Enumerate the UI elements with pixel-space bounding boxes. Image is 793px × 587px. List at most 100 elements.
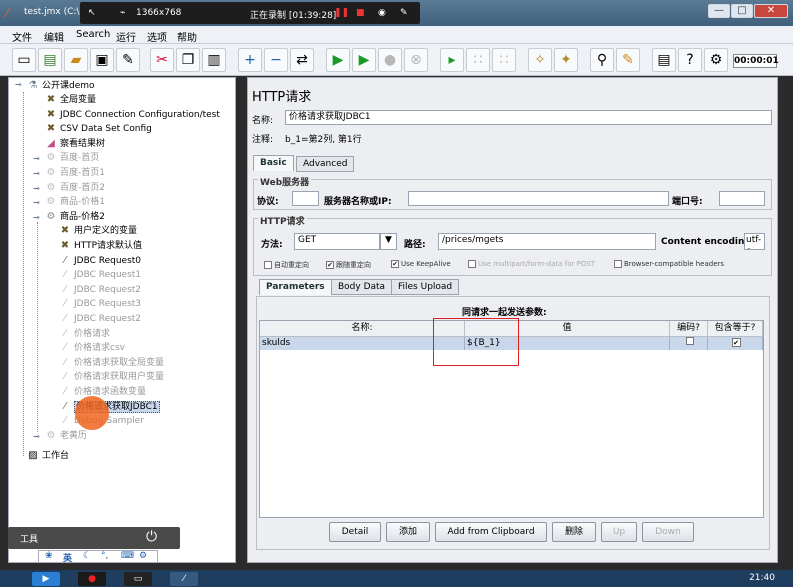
start-icon[interactable]: ▶ [326, 48, 350, 72]
chevron-down-icon[interactable]: ▼ [380, 233, 397, 250]
tab-parameters[interactable]: Parameters [259, 279, 332, 295]
browser-headers-checkbox[interactable]: Browser-compatible headers [614, 260, 724, 268]
function-helper-icon[interactable]: ▤ [652, 48, 676, 72]
remote-start-icon[interactable]: ▸ [440, 48, 464, 72]
tree-node[interactable]: ⁄ 价格请求 [59, 327, 110, 341]
pause-icon[interactable]: ❚❚ [334, 8, 349, 18]
tree-node-root[interactable]: ⚗ 公开课demo [27, 79, 95, 93]
expand-toggle-icon[interactable]: ⊸ [33, 154, 40, 163]
tab-basic[interactable]: Basic [253, 155, 294, 171]
menu-search[interactable]: Search [76, 29, 110, 40]
reset-search-icon[interactable]: ✎ [616, 48, 640, 72]
new-icon[interactable]: ▭ [12, 48, 36, 72]
comment-value[interactable]: b_1=第2列, 第1行 [285, 132, 362, 145]
method-select[interactable]: GET [294, 233, 380, 250]
toggle-icon[interactable]: ⇄ [290, 48, 314, 72]
collapse-icon[interactable]: − [264, 48, 288, 72]
tree-node[interactable]: ⁄ 价格请求函数变量 [59, 385, 146, 399]
col-include-equals[interactable]: 包含等于? [708, 321, 763, 337]
collapse-toggle-icon[interactable]: ⊸ [15, 80, 22, 89]
tab-files-upload[interactable]: Files Upload [391, 279, 460, 295]
tree-node[interactable]: ✖ 用户定义的变量 [59, 224, 137, 238]
remote-icon[interactable]: ⚙ [704, 48, 728, 72]
menu-run[interactable]: 运行 [116, 29, 136, 44]
tree-node[interactable]: ✖ 全局变量 [45, 93, 96, 107]
server-input[interactable] [408, 191, 669, 206]
remote-stop-icon[interactable]: ∷ [466, 48, 490, 72]
paste-icon[interactable]: ▥ [202, 48, 226, 72]
tree-node[interactable]: ⁄ JDBC Request2 [59, 312, 141, 326]
tree-node[interactable]: ◢ 察看结果树 [45, 137, 105, 151]
tree-node[interactable]: ✖ JDBC Connection Configuration/test [45, 108, 220, 122]
col-encode[interactable]: 编码? [670, 321, 708, 337]
save-as-icon[interactable]: ✎ [116, 48, 140, 72]
tree-node[interactable]: ⁄ 价格请求csv [59, 341, 125, 355]
terminal-icon[interactable]: ▭ [124, 572, 152, 586]
template-icon[interactable]: ▤ [38, 48, 62, 72]
minimize-button[interactable]: — [708, 4, 730, 18]
up-button[interactable]: Up [601, 522, 637, 542]
encoding-input[interactable]: utf-8 [744, 233, 765, 250]
follow-redirect-checkbox[interactable]: ✔ 跟随重定向 [326, 260, 371, 270]
jmeter-task-icon[interactable]: ⁄ [170, 572, 198, 586]
tree-node[interactable]: ⁄ JDBC Request3 [59, 297, 141, 311]
port-input[interactable] [719, 191, 765, 206]
tree-node[interactable]: ⚙ 商品-价格2 [45, 210, 105, 224]
clear-icon[interactable]: ✧ [528, 48, 552, 72]
expand-icon[interactable]: + [238, 48, 262, 72]
tree-node[interactable]: ⁄ 价格请求获取全局变量 [59, 356, 164, 370]
tree-node[interactable]: ⁄ JDBC Request1 [59, 268, 141, 282]
tree-node[interactable]: ⁄ 价格请求获取用户变量 [59, 370, 164, 384]
punct-icon[interactable]: °, [101, 551, 108, 561]
tree-node[interactable]: ⁄ JDBC Request2 [59, 283, 141, 297]
tree-node[interactable]: ⁄ JDBC Request0 [59, 254, 141, 268]
tree-node[interactable]: ⚙ 百度-首页2 [45, 181, 105, 195]
protocol-input[interactable] [292, 191, 319, 206]
tree-node[interactable]: ✖ HTTP请求默认值 [59, 239, 142, 253]
tree-node-workbench[interactable]: ▨ 工作台 [27, 449, 69, 463]
shutdown-icon[interactable]: ⊗ [404, 48, 428, 72]
maximize-button[interactable]: □ [731, 4, 753, 18]
settings-icon[interactable]: ⚙ [139, 551, 147, 561]
auto-redirect-checkbox[interactable]: 自动重定向 [264, 260, 309, 270]
param-include-equals-cell[interactable]: ✔ [708, 337, 763, 350]
param-encode-cell[interactable] [670, 337, 708, 350]
menu-file[interactable]: 文件 [12, 29, 32, 44]
expand-toggle-icon[interactable]: ⊸ [33, 432, 40, 441]
record-icon[interactable]: ● [78, 572, 106, 586]
tab-body-data[interactable]: Body Data [331, 279, 393, 295]
path-input[interactable]: /prices/mgets [438, 233, 656, 250]
add-from-clipboard-button[interactable]: Add from Clipboard [435, 522, 547, 542]
down-button[interactable]: Down [642, 522, 694, 542]
remote-shutdown-icon[interactable]: ∷ [492, 48, 516, 72]
tree-node[interactable]: ⚙ 老黄历 [45, 429, 88, 443]
tree-node[interactable]: ⚙ 商品-价格1 [45, 195, 105, 209]
menu-help[interactable]: 帮助 [177, 29, 197, 44]
copy-icon[interactable]: ❐ [176, 48, 200, 72]
expand-toggle-icon[interactable]: ⊸ [33, 213, 40, 222]
tool-widget[interactable]: 工具 ⏻ [8, 527, 180, 549]
expand-toggle-icon[interactable]: ⊸ [33, 198, 40, 207]
save-icon[interactable]: ▣ [90, 48, 114, 72]
expand-toggle-icon[interactable]: ⊸ [33, 184, 40, 193]
paw-icon[interactable]: ❀ [45, 551, 53, 561]
stop-icon[interactable]: ● [378, 48, 402, 72]
close-button[interactable]: ✕ [754, 4, 788, 18]
tab-advanced[interactable]: Advanced [296, 156, 355, 172]
delete-button[interactable]: 删除 [552, 522, 596, 542]
moon-icon[interactable]: ☾ [83, 551, 91, 561]
power-icon[interactable]: ⏻ [146, 529, 157, 545]
clear-all-icon[interactable]: ✦ [554, 48, 578, 72]
tree-node[interactable]: ⚙ 百度-首页1 [45, 166, 105, 180]
ime-lang[interactable]: 英 [63, 551, 72, 564]
help-icon[interactable]: ? [678, 48, 702, 72]
add-button[interactable]: 添加 [386, 522, 430, 542]
stop-record-icon[interactable]: ■ [356, 8, 365, 18]
keepalive-checkbox[interactable]: ✔ Use KeepAlive [391, 260, 451, 268]
tree-node[interactable]: ✖ CSV Data Set Config [45, 122, 152, 136]
start-no-pause-icon[interactable]: ▶ [352, 48, 376, 72]
cut-icon[interactable]: ✂ [150, 48, 174, 72]
open-icon[interactable]: ▰ [64, 48, 88, 72]
pen-icon[interactable]: ✎ [400, 8, 408, 18]
name-input[interactable]: 价格请求获取JDBC1 [285, 110, 772, 125]
